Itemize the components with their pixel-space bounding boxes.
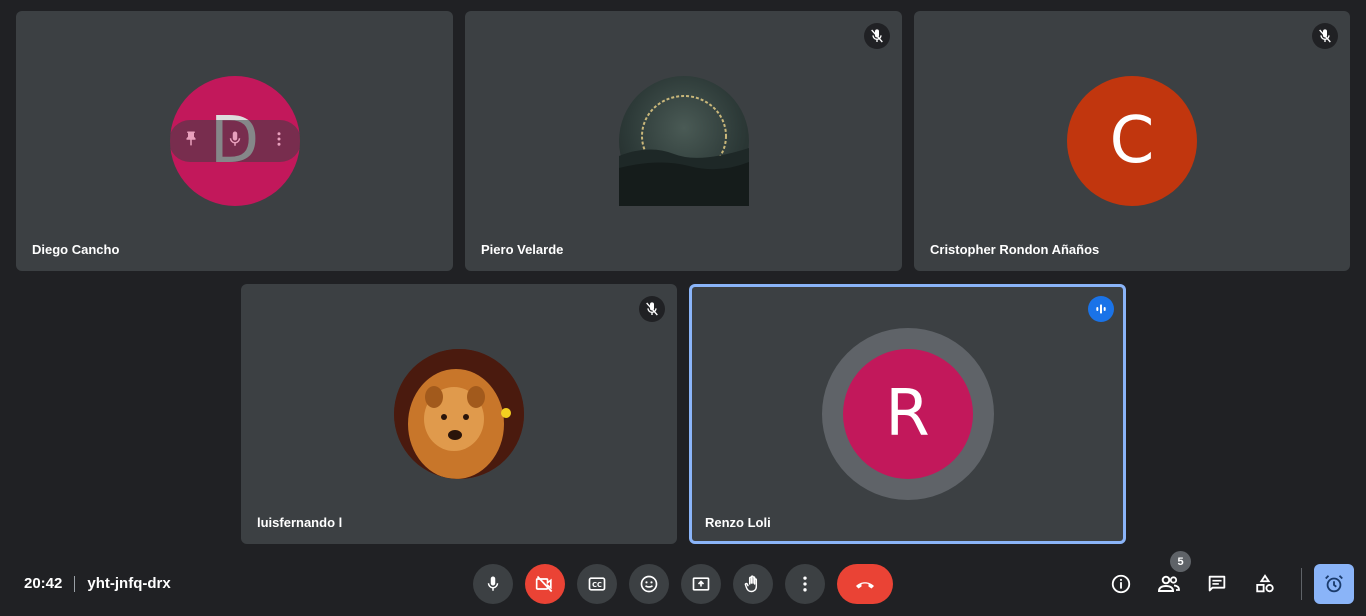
mic-off-icon <box>864 23 890 49</box>
mic-icon <box>487 576 499 591</box>
videocam-off-icon <box>535 575 553 593</box>
people-icon <box>1157 575 1180 592</box>
activities-icon <box>1256 574 1274 593</box>
camera-button[interactable] <box>525 564 565 604</box>
speaking-indicator-icon <box>1088 296 1114 322</box>
present-to-all-icon <box>692 577 710 591</box>
pin-icon[interactable] <box>182 130 200 153</box>
participant-tile-renzo[interactable]: R Renzo Loli <box>689 284 1126 544</box>
participant-name: Diego Cancho <box>32 242 120 257</box>
raise-hand-button[interactable] <box>733 564 773 604</box>
hand-icon <box>744 575 758 593</box>
chat-button[interactable] <box>1197 564 1237 604</box>
meeting-details: 20:42 yht-jnfq-drx <box>24 575 171 592</box>
participant-tile-cristopher[interactable]: C Cristopher Rondon Añaños <box>914 11 1350 271</box>
mic-off-icon <box>639 296 665 322</box>
avatar <box>394 349 524 479</box>
more-vert-icon[interactable] <box>270 130 288 153</box>
emoji-icon <box>640 575 658 593</box>
captions-button[interactable]: CC <box>577 564 617 604</box>
meeting-time: 20:42 <box>24 575 63 592</box>
mic-off-icon <box>1312 23 1338 49</box>
avatar: C <box>1067 76 1197 206</box>
mic-button[interactable] <box>473 564 513 604</box>
info-button[interactable] <box>1101 564 1141 604</box>
meeting-code: yht-jnfq-drx <box>87 575 171 592</box>
svg-text:CC: CC <box>592 581 602 589</box>
participant-name: Renzo Loli <box>705 515 771 530</box>
tile-hover-controls <box>168 120 301 162</box>
avatar <box>618 76 749 206</box>
people-count-badge: 5 <box>1170 551 1191 572</box>
call-end-icon <box>856 582 874 589</box>
alarm-icon <box>1325 575 1343 593</box>
bottom-toolbar: 20:42 yht-jnfq-drx CC <box>0 552 1366 616</box>
alarm-button[interactable] <box>1314 564 1354 604</box>
chat-icon <box>1208 575 1226 592</box>
more-options-button[interactable] <box>785 564 825 604</box>
more-vert-icon <box>803 576 807 592</box>
participant-name: Piero Velarde <box>481 242 564 257</box>
participant-name: Cristopher Rondon Añaños <box>930 242 1100 257</box>
closed-captions-icon: CC <box>588 577 606 591</box>
participant-name: luisfernando l <box>257 515 343 530</box>
divider <box>1301 568 1302 600</box>
mic-icon[interactable] <box>226 130 244 153</box>
avatar: R <box>842 349 973 479</box>
participant-tile-diego[interactable]: D Diego Cancho <box>16 11 453 271</box>
info-icon <box>1111 574 1131 594</box>
present-button[interactable] <box>681 564 721 604</box>
emoji-button[interactable] <box>629 564 669 604</box>
leave-call-button[interactable] <box>837 564 893 604</box>
divider <box>74 575 76 592</box>
participant-tile-piero[interactable]: Piero Velarde <box>465 11 902 271</box>
participant-tile-luisfernando[interactable]: luisfernando l <box>241 284 677 544</box>
activities-button[interactable] <box>1245 564 1285 604</box>
